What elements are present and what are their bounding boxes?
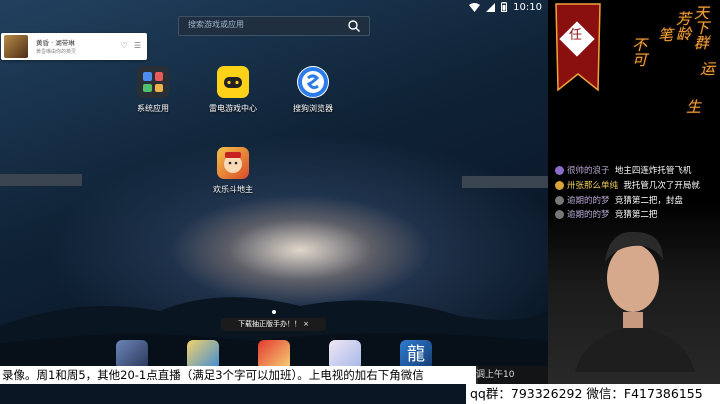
doudizhu-game-icon bbox=[217, 147, 249, 179]
chat-username: 卅张那么单纯 bbox=[567, 181, 619, 191]
chat-message: 很帅的浪子 地主四连炸托管飞机 bbox=[555, 164, 691, 176]
user-avatar-icon bbox=[555, 196, 564, 205]
chat-username: 逾期的的梦 bbox=[567, 210, 610, 220]
chat-text: 地主四连炸托管飞机 bbox=[614, 166, 692, 176]
app-label: 系统应用 bbox=[137, 104, 169, 113]
system-apps-folder-icon bbox=[137, 66, 169, 98]
chat-message: 逾期的的梦 竞猜第二把 bbox=[555, 208, 657, 220]
search-input[interactable]: 搜索游戏或应用 bbox=[178, 16, 370, 36]
scrolling-ticker: 录像。周1和周5，其他20-1点直播（满足3个字可以加班）。上电视的加右下角微信 bbox=[0, 366, 478, 384]
overlay-bar-right bbox=[462, 176, 548, 188]
calligraphy-column-3: 笔 bbox=[658, 26, 674, 44]
overlay-bar-left bbox=[0, 174, 82, 186]
menu-icon[interactable]: ☰ bbox=[134, 41, 141, 50]
chat-text: 我托管几次了开局就 bbox=[623, 181, 700, 191]
app-label: 雷电游戏中心 bbox=[209, 104, 257, 113]
ticker-tail: 调上午10 bbox=[476, 366, 548, 384]
notification-subtitle: 黄昏琳由你的英灵 bbox=[36, 49, 77, 55]
calligraphy-column-6: 生 bbox=[686, 98, 702, 116]
chat-message: 卅张那么单纯 我托管几次了开局就 bbox=[555, 179, 700, 191]
status-bar: 10:10 bbox=[469, 0, 548, 14]
search-placeholder: 搜索游戏或应用 bbox=[188, 20, 244, 29]
user-avatar-icon bbox=[555, 210, 564, 219]
app-system-apps[interactable]: 系统应用 bbox=[118, 66, 188, 114]
promo-toast[interactable]: 下载抽正版手办！！ × bbox=[221, 318, 326, 331]
app-label: 欢乐斗地主 bbox=[213, 185, 253, 194]
search-icon[interactable] bbox=[347, 19, 361, 33]
notification-card[interactable]: 黄昏 · 湖带琳 黄昏琳由你的英灵 ♡ ☰ bbox=[1, 33, 147, 60]
anime-game-icon[interactable] bbox=[329, 340, 361, 366]
long-game-icon[interactable]: 龍 bbox=[400, 340, 432, 366]
chat-username: 逾期的的梦 bbox=[567, 196, 610, 206]
user-badge-icon bbox=[555, 181, 564, 190]
app-game-center[interactable]: 雷电游戏中心 bbox=[198, 66, 268, 114]
app-label: 搜狗浏览器 bbox=[293, 104, 333, 113]
one-piece-game-icon[interactable] bbox=[258, 340, 290, 366]
wifi-icon bbox=[469, 2, 481, 12]
signal-icon bbox=[486, 2, 496, 12]
flag-character: 任 bbox=[569, 28, 583, 43]
notification-title: 黄昏 · 湖带琳 bbox=[36, 39, 75, 47]
calligraphy-column-5: 运 bbox=[700, 60, 716, 78]
battery-icon bbox=[501, 2, 508, 12]
game-icon-2[interactable] bbox=[187, 340, 219, 366]
app-doudizhu[interactable]: 欢乐斗地主 bbox=[198, 147, 268, 195]
status-time: 10:10 bbox=[513, 1, 542, 13]
calligraphy-flag bbox=[555, 3, 601, 92]
user-badge-icon bbox=[555, 166, 564, 175]
chat-text: 竞猜第二把，封盘 bbox=[614, 196, 683, 206]
streamer-webcam bbox=[575, 231, 695, 372]
heart-outline-icon[interactable]: ♡ bbox=[121, 41, 128, 50]
calligraphy-column-4: 不可 bbox=[632, 36, 648, 69]
emulator-screen: 10:10 搜索游戏或应用 黄昏 · 湖带琳 黄昏琳由你的英灵 ♡ ☰ 系统应用… bbox=[0, 0, 548, 366]
app-sogou-browser[interactable]: 搜狗浏览器 bbox=[278, 66, 348, 114]
page-indicator bbox=[272, 310, 276, 314]
sogou-browser-icon bbox=[297, 66, 329, 98]
game-icon-1[interactable] bbox=[116, 340, 148, 366]
chat-username: 很帅的浪子 bbox=[567, 166, 610, 176]
contact-banner: qq群：793326292 微信：F417386155 bbox=[466, 384, 720, 404]
chat-text: 竞猜第二把 bbox=[614, 210, 658, 220]
calligraphy-column-2: 芳龄 bbox=[676, 10, 692, 43]
calligraphy-column-1: 天下群 bbox=[694, 4, 710, 52]
chat-message: 逾期的的梦 竞猜第二把，封盘 bbox=[555, 194, 683, 206]
gamepad-icon bbox=[217, 66, 249, 98]
avatar bbox=[4, 35, 28, 58]
